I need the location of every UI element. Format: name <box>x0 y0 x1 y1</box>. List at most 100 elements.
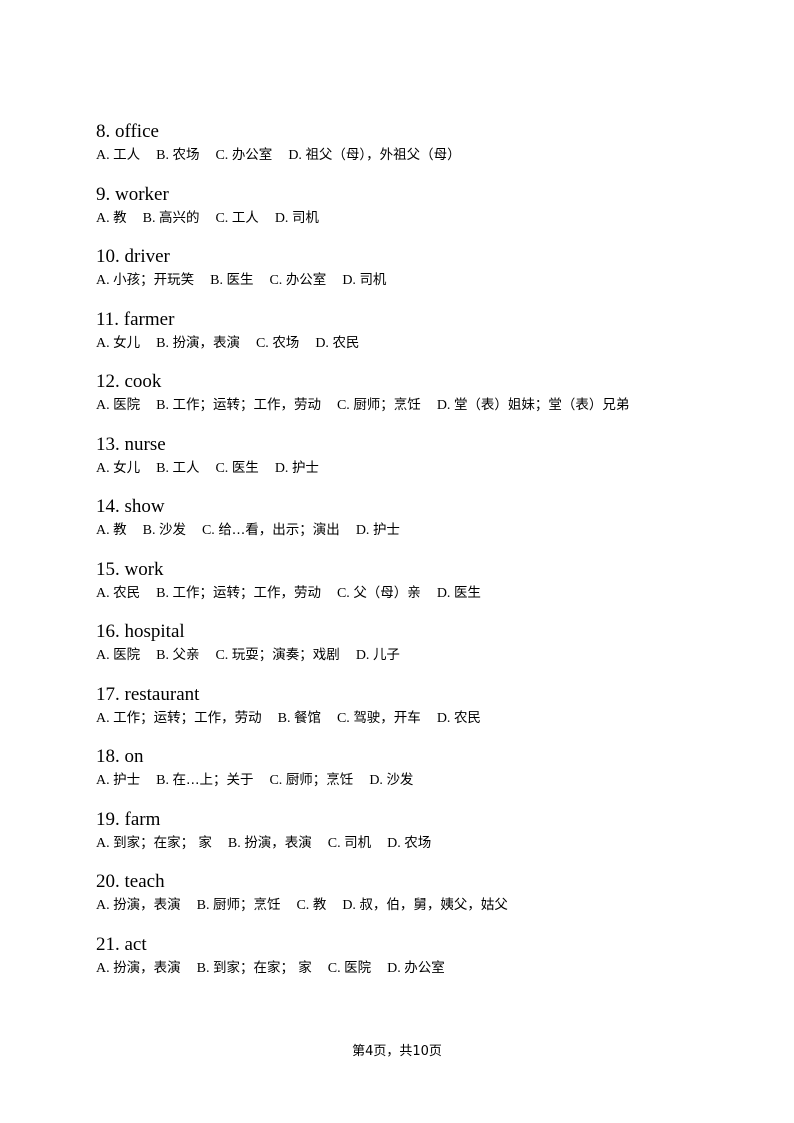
option-letter: D. <box>436 585 451 601</box>
answer-option: A. 医院 <box>96 395 140 416</box>
answer-option: D. 儿子 <box>356 645 400 666</box>
question-word: worker <box>115 183 169 205</box>
question-word: farm <box>124 808 161 830</box>
answer-option: A. 扮演，表演 <box>96 958 181 979</box>
question-options: A. 扮演，表演 B. 到家；在家； 家 C. 医院 D. 办公室 <box>96 958 736 979</box>
option-text: 办公室 <box>285 272 327 288</box>
question-item: 8. office A. 工人 B. 农场 C. 办公室 D. 祖父（母），外祖父（母） <box>96 121 736 184</box>
answer-option: C. 父（母）亲 <box>337 583 421 604</box>
option-letter: A. <box>96 773 110 788</box>
question-options: A. 工人 B. 农场 C. 办公室 D. 祖父（母），外祖父（母） <box>96 145 736 166</box>
option-letter: B. <box>156 148 169 163</box>
question-number: 9. <box>96 183 111 205</box>
option-text: 扮演，表演 <box>244 834 312 851</box>
answer-option: B. 餐馆 <box>278 708 321 729</box>
question-word: driver <box>124 246 170 267</box>
question-options: A. 工作；运转；工作，劳动 B. 餐馆 C. 驾驶，开车 D. 农民 <box>96 708 736 729</box>
question-options: A. 农民 B. 工作；运转；工作，劳动 C. 父（母）亲 D. 医生 <box>96 583 736 604</box>
option-text: 医生 <box>231 459 259 476</box>
question-options: A. 护士 B. 在…上；关于 C. 厨师；烹饪 D. 沙发 <box>96 770 736 791</box>
question-number: 8. <box>96 121 111 142</box>
option-letter: C. <box>215 460 229 476</box>
question-item: 19. farm A. 到家；在家； 家 B. 扮演，表演 C. 司机 D. 农场 <box>96 809 736 872</box>
option-text: 沙发 <box>158 522 186 538</box>
answer-option: D. 办公室 <box>387 958 445 979</box>
option-letter: B. <box>156 773 169 788</box>
question-title: 8. office <box>96 121 736 143</box>
option-text: 农场 <box>404 834 432 851</box>
option-letter: D. <box>387 960 401 976</box>
question-item: 10. driver A. 小孩；开玩笑 B. 医生 C. 办公室 D. 司机 <box>96 246 736 309</box>
option-text: 护士 <box>291 459 319 476</box>
option-text: 父（母）亲 <box>353 584 421 601</box>
answer-option: A. 教 <box>96 208 127 229</box>
answer-option: C. 厨师；烹饪 <box>337 395 421 416</box>
option-text: 扮演，表演 <box>113 897 181 913</box>
answer-option: A. 工作；运转；工作，劳动 <box>96 708 262 729</box>
option-text: 医院 <box>113 397 141 413</box>
option-text: 司机 <box>359 272 387 288</box>
question-title: 15. work <box>96 559 736 581</box>
question-word: show <box>124 496 165 517</box>
answer-option: B. 在…上；关于 <box>156 770 253 791</box>
option-text: 祖父（母），外祖父（母） <box>305 147 461 163</box>
option-text: 农民 <box>332 334 360 351</box>
question-word: teach <box>124 871 165 892</box>
answer-option: C. 办公室 <box>269 270 326 291</box>
option-text: 沙发 <box>386 772 414 788</box>
option-text: 医院 <box>113 647 141 663</box>
answer-option: B. 厨师；烹饪 <box>197 895 281 916</box>
option-letter: D. <box>274 460 289 476</box>
option-letter: D. <box>274 210 289 226</box>
question-item: 13. nurse A. 女儿 B. 工人 C. 医生 D. 护士 <box>96 434 736 497</box>
option-text: 护士 <box>372 522 400 538</box>
option-letter: D. <box>355 523 370 538</box>
option-text: 扮演，表演 <box>172 334 240 351</box>
option-letter: D. <box>355 648 370 663</box>
option-letter: C. <box>215 210 229 226</box>
question-number: 21. <box>96 933 120 955</box>
option-text: 给…看，出示；演出 <box>218 522 340 538</box>
question-options: A. 医院 B. 工作；运转；工作，劳动 C. 厨师；烹饪 D. 堂（表）姐妹；堂（表… <box>96 395 736 416</box>
option-text: 农民 <box>113 584 141 601</box>
option-letter: B. <box>156 460 169 476</box>
answer-option: B. 扮演，表演 <box>156 333 240 354</box>
question-word: hospital <box>124 621 185 642</box>
question-list: 8. office A. 工人 B. 农场 C. 办公室 D. 祖父（母），外祖父（母）… <box>96 121 736 996</box>
option-letter: D. <box>387 835 401 851</box>
answer-option: D. 农民 <box>437 708 481 729</box>
option-text: 护士 <box>113 772 141 788</box>
question-options: A. 教 B. 高兴的 C. 工人 D. 司机 <box>96 208 736 229</box>
question-number: 12. <box>96 371 120 392</box>
option-text: 厨师；烹饪 <box>353 397 421 413</box>
option-text: 小孩；开玩笑 <box>113 272 195 288</box>
answer-option: A. 工人 <box>96 145 140 166</box>
question-title: 20. teach <box>96 871 736 893</box>
answer-option: D. 司机 <box>275 208 319 229</box>
answer-option: B. 工人 <box>156 458 199 479</box>
answer-option: C. 厨师；烹饪 <box>269 770 353 791</box>
answer-option: D. 祖父（母），外祖父（母） <box>288 145 460 166</box>
option-letter: B. <box>196 960 210 976</box>
option-text: 餐馆 <box>293 709 321 726</box>
option-letter: C. <box>201 523 215 538</box>
option-text: 工人 <box>231 209 259 226</box>
option-letter: C. <box>255 335 269 351</box>
answer-option: B. 工作；运转；工作，劳动 <box>156 395 321 416</box>
question-title: 17. restaurant <box>96 684 736 706</box>
question-title: 14. show <box>96 496 736 518</box>
option-letter: A. <box>96 648 110 663</box>
option-text: 教 <box>312 897 327 913</box>
question-item: 17. restaurant A. 工作；运转；工作，劳动 B. 餐馆 C. 驾驶，开… <box>96 684 736 747</box>
question-word: work <box>124 558 164 580</box>
question-item: 12. cook A. 医院 B. 工作；运转；工作，劳动 C. 厨师；烹饪 D. 堂（… <box>96 371 736 434</box>
option-letter: A. <box>96 460 110 476</box>
option-text: 厨师；烹饪 <box>285 772 354 788</box>
option-letter: C. <box>336 585 350 601</box>
option-letter: C. <box>215 648 229 663</box>
option-letter: A. <box>96 148 110 163</box>
question-number: 14. <box>96 496 120 517</box>
answer-option: A. 医院 <box>96 645 140 666</box>
option-text: 玩耍；演奏；戏剧 <box>231 647 340 663</box>
option-text: 堂（表）姐妹；堂（表）兄弟 <box>453 397 630 413</box>
